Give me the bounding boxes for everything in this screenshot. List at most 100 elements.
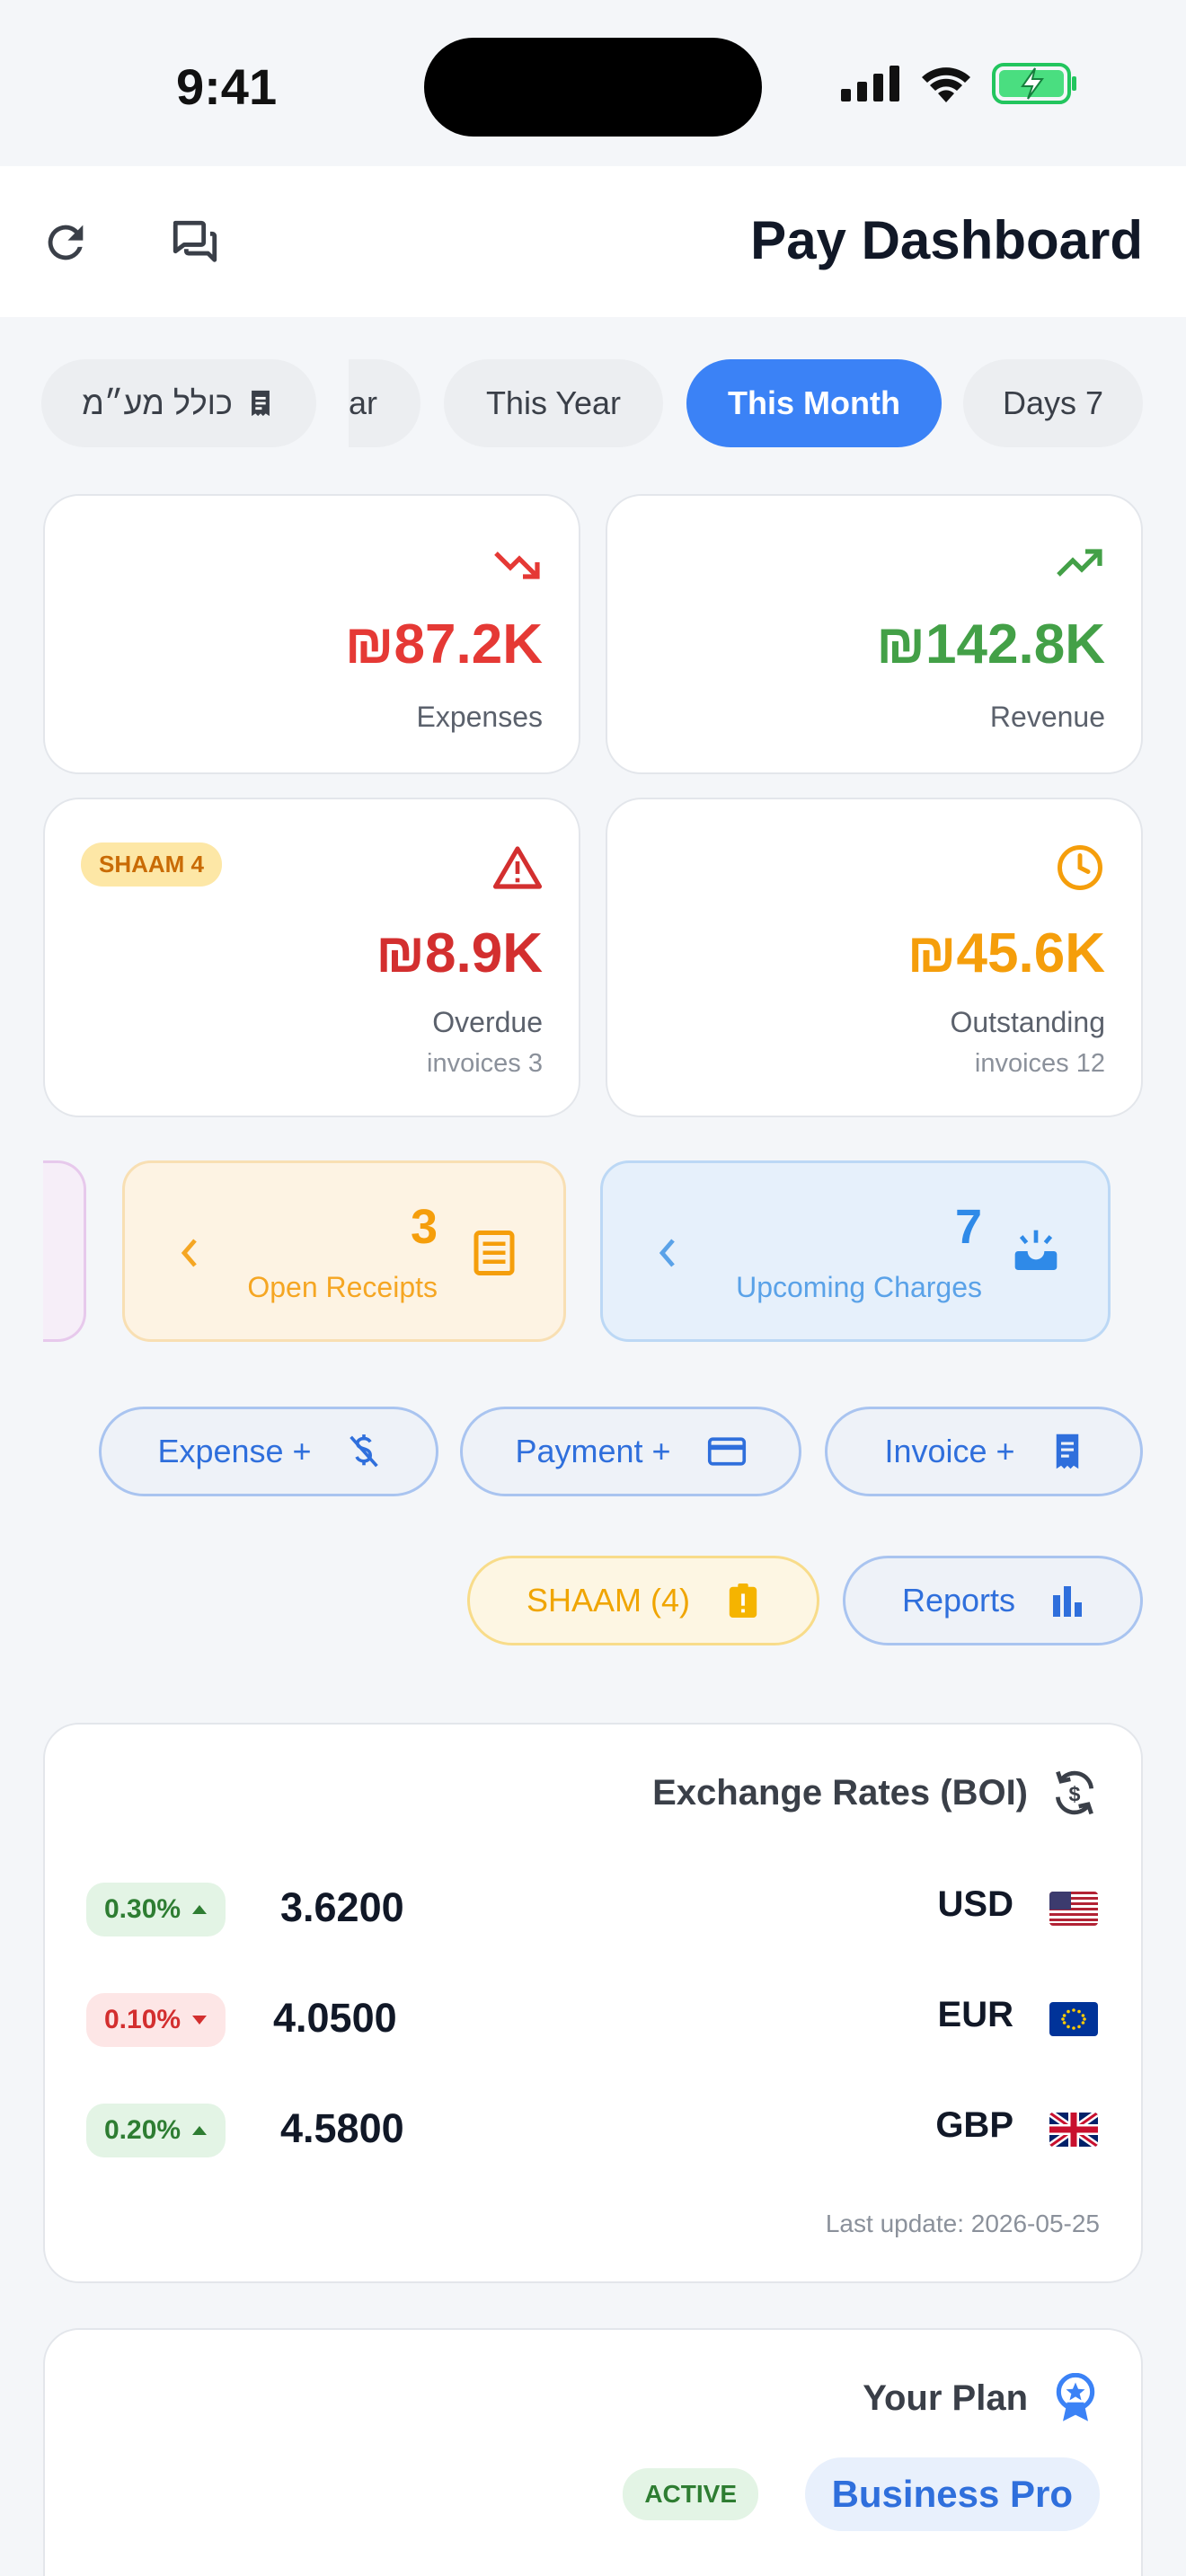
rate-change-badge: 0.10% bbox=[86, 1993, 226, 2047]
currency-code: GBP bbox=[935, 2105, 1013, 2145]
add-expense-label: Expense + bbox=[157, 1433, 312, 1469]
vat-toggle-chip[interactable]: כולל מע״מ bbox=[41, 359, 316, 447]
period-chip-label: This Year bbox=[485, 384, 622, 421]
exchange-rates-card: Exchange Rates (BOI) $ 0.30% 3.6200 USD … bbox=[43, 1723, 1143, 2283]
warning-icon bbox=[492, 842, 543, 893]
dynamic-island bbox=[424, 38, 762, 137]
cellular-signal-icon bbox=[841, 66, 899, 101]
overdue-amount: ₪8.9K bbox=[376, 922, 543, 984]
rate-row-eur: 0.10% 4.0500 EUR bbox=[45, 1982, 1145, 2054]
open-receipts-card[interactable]: 3 Open Receipts bbox=[122, 1160, 566, 1342]
rate-value: 4.5800 bbox=[280, 2105, 404, 2151]
status-time: 9:41 bbox=[176, 58, 278, 115]
exchange-rates-title: Exchange Rates (BOI) bbox=[652, 1773, 1028, 1813]
upcoming-charges-card[interactable]: 7 Upcoming Charges bbox=[600, 1160, 1111, 1342]
eu-flag-icon bbox=[1049, 2002, 1098, 2036]
caret-down-icon bbox=[192, 2016, 208, 2025]
add-expense-button[interactable]: Expense + bbox=[99, 1407, 438, 1496]
rate-change-badge: 0.20% bbox=[86, 2104, 226, 2157]
us-flag-icon bbox=[1049, 1892, 1098, 1926]
upcoming-charges-label: Upcoming Charges bbox=[736, 1271, 982, 1303]
currency-exchange-icon: $ bbox=[1056, 1770, 1093, 1815]
upcoming-charges-count: 7 bbox=[954, 1200, 982, 1254]
rate-change-value: 0.10% bbox=[104, 2005, 181, 2034]
bar-chart-icon bbox=[1053, 1586, 1083, 1617]
rate-change-value: 0.20% bbox=[104, 2115, 181, 2145]
plan-name: Business Pro bbox=[804, 2457, 1100, 2531]
trending-up-icon bbox=[1055, 539, 1105, 589]
outstanding-amount: ₪45.6K bbox=[907, 922, 1105, 984]
revenue-amount: ₪142.8K bbox=[876, 613, 1105, 675]
currency-code: USD bbox=[937, 1884, 1013, 1924]
exchange-last-update: Last update: 2026-05-25 bbox=[825, 2210, 1100, 2237]
shaam-button-label: SHAAM (4) bbox=[526, 1582, 691, 1619]
shaam-badge: SHAAM 4 bbox=[81, 842, 223, 887]
svg-text:$: $ bbox=[1069, 1782, 1081, 1805]
add-payment-button[interactable]: Payment + bbox=[460, 1407, 801, 1496]
rate-change-badge: 0.30% bbox=[86, 1883, 226, 1936]
rate-row-usd: 0.30% 3.6200 USD bbox=[45, 1872, 1145, 1944]
chevron-left-icon bbox=[181, 1239, 197, 1267]
credit-card-icon bbox=[707, 1437, 746, 1466]
reports-button[interactable]: Reports bbox=[843, 1556, 1143, 1645]
add-payment-label: Payment + bbox=[515, 1433, 671, 1469]
period-chip-label: ar bbox=[349, 384, 378, 421]
rate-value: 4.0500 bbox=[273, 1995, 397, 2041]
app-header: Pay Dashboard bbox=[0, 166, 1186, 317]
outstanding-invoices-count: invoices 12 bbox=[974, 1049, 1105, 1078]
revenue-label: Revenue bbox=[989, 701, 1105, 733]
caret-up-icon bbox=[192, 1905, 208, 1914]
shaam-button[interactable]: SHAAM (4) bbox=[467, 1556, 819, 1645]
overdue-label: Overdue bbox=[432, 1006, 543, 1038]
caret-up-icon bbox=[192, 2126, 208, 2135]
currency-code: EUR bbox=[937, 1995, 1013, 2034]
period-chip-7-days[interactable]: Days 7 bbox=[963, 359, 1143, 447]
summary-card-partial[interactable] bbox=[43, 1160, 86, 1342]
period-chip-year-partial[interactable]: ar bbox=[349, 359, 420, 447]
period-chip-label: This Month bbox=[728, 384, 900, 421]
invoice-icon bbox=[1056, 1434, 1078, 1469]
period-chip-this-year[interactable]: This Year bbox=[444, 359, 663, 447]
overdue-invoices-count: invoices 3 bbox=[427, 1049, 543, 1078]
clipboard-alert-icon bbox=[729, 1584, 757, 1618]
money-off-icon bbox=[349, 1434, 378, 1468]
expenses-amount: ₪87.2K bbox=[344, 613, 543, 675]
receipt-icon bbox=[251, 390, 270, 417]
wifi-icon bbox=[922, 67, 970, 102]
add-invoice-label: Invoice + bbox=[884, 1433, 1015, 1469]
expenses-label: Expenses bbox=[416, 701, 543, 733]
rate-row-gbp: 0.20% 4.5800 GBP bbox=[45, 2093, 1145, 2165]
rate-change-value: 0.30% bbox=[104, 1894, 181, 1924]
overdue-card[interactable]: SHAAM 4 ₪8.9K Overdue invoices 3 bbox=[43, 798, 580, 1117]
period-chip-this-month[interactable]: This Month bbox=[686, 359, 942, 447]
open-receipts-count: 3 bbox=[410, 1200, 438, 1254]
open-receipts-label: Open Receipts bbox=[247, 1271, 438, 1303]
rate-value: 3.6200 bbox=[280, 1884, 404, 1930]
chat-bubbles-icon bbox=[173, 220, 217, 262]
chevron-left-icon bbox=[659, 1239, 675, 1267]
uk-flag-icon bbox=[1049, 2113, 1098, 2147]
messages-button[interactable] bbox=[164, 211, 226, 274]
reports-button-label: Reports bbox=[901, 1582, 1016, 1619]
receipt-list-icon bbox=[474, 1231, 515, 1275]
incoming-tray-icon bbox=[1014, 1230, 1058, 1270]
period-selector: כולל מע״מ ar This Year This Month Days 7 bbox=[0, 359, 1186, 449]
clock-icon bbox=[1055, 842, 1105, 893]
status-bar: 9:41 bbox=[0, 0, 1186, 166]
plan-title: Your Plan bbox=[863, 2378, 1028, 2418]
refresh-button[interactable] bbox=[34, 211, 97, 274]
status-icons bbox=[841, 63, 1078, 104]
vat-toggle-label: כולל מע״מ bbox=[82, 384, 233, 421]
outstanding-label: Outstanding bbox=[950, 1006, 1105, 1038]
award-badge-icon bbox=[1056, 2373, 1095, 2422]
battery-charging-icon bbox=[992, 63, 1076, 104]
plan-card: Your Plan ACTIVE Business Pro bbox=[43, 2328, 1143, 2576]
trending-down-icon bbox=[492, 539, 543, 589]
expenses-card[interactable]: ₪87.2K Expenses bbox=[43, 494, 580, 774]
revenue-card[interactable]: ₪142.8K Revenue bbox=[606, 494, 1143, 774]
add-invoice-button[interactable]: Invoice + bbox=[825, 1407, 1143, 1496]
outstanding-card[interactable]: ₪45.6K Outstanding invoices 12 bbox=[606, 798, 1143, 1117]
period-chip-label: Days 7 bbox=[1002, 384, 1104, 421]
page-title: Pay Dashboard bbox=[750, 210, 1143, 270]
refresh-icon bbox=[48, 225, 84, 260]
